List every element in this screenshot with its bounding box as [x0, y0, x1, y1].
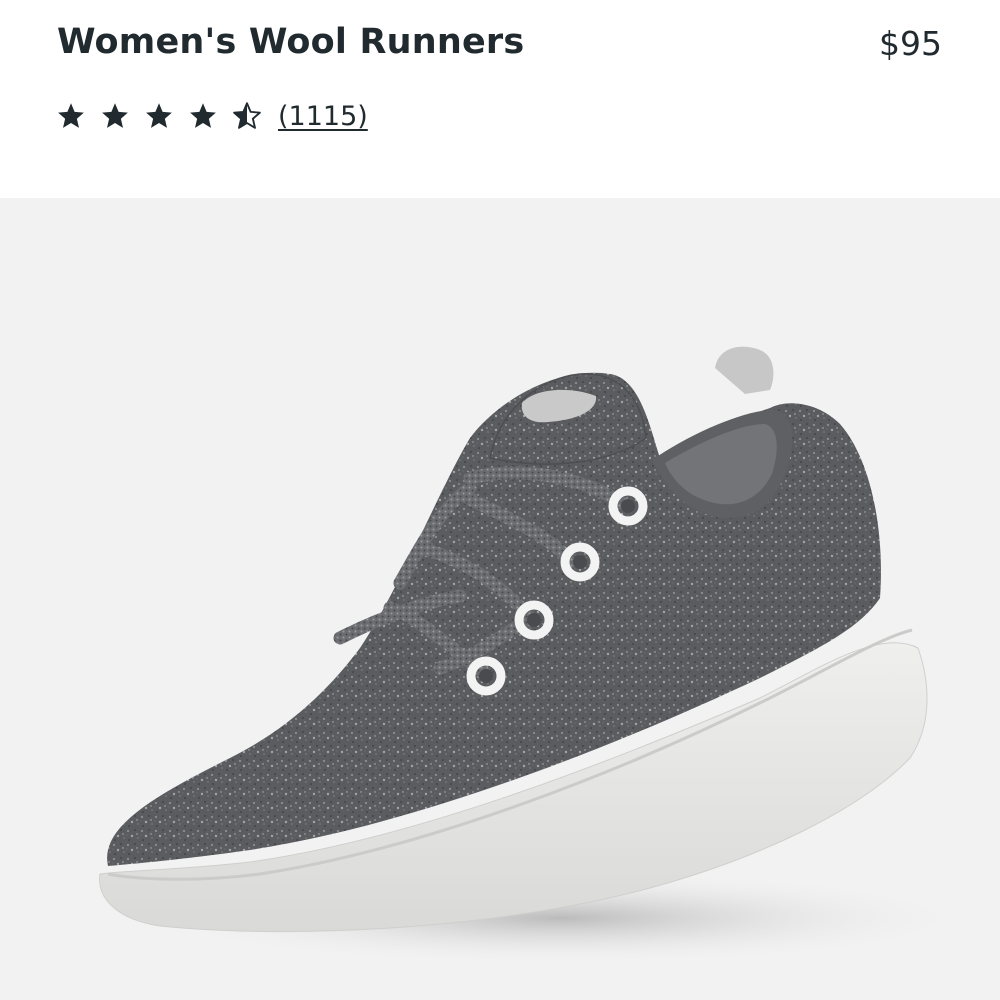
star-icon	[144, 101, 174, 131]
product-price: $95	[879, 24, 942, 63]
product-image	[99, 346, 980, 966]
half-star-icon	[232, 101, 262, 131]
product-title: Women's Wool Runners	[57, 22, 525, 62]
star-icon	[100, 101, 130, 131]
product-page: Women's Wool Runners $95 (1115)	[0, 0, 1000, 1000]
star-icon	[56, 101, 86, 131]
product-header: Women's Wool Runners $95 (1115)	[0, 0, 1000, 198]
product-rating: (1115)	[56, 96, 368, 136]
star-icon	[188, 101, 218, 131]
review-count-link[interactable]: (1115)	[278, 101, 368, 132]
product-image-area[interactable]	[0, 198, 1000, 1000]
rating-stars	[56, 101, 276, 131]
